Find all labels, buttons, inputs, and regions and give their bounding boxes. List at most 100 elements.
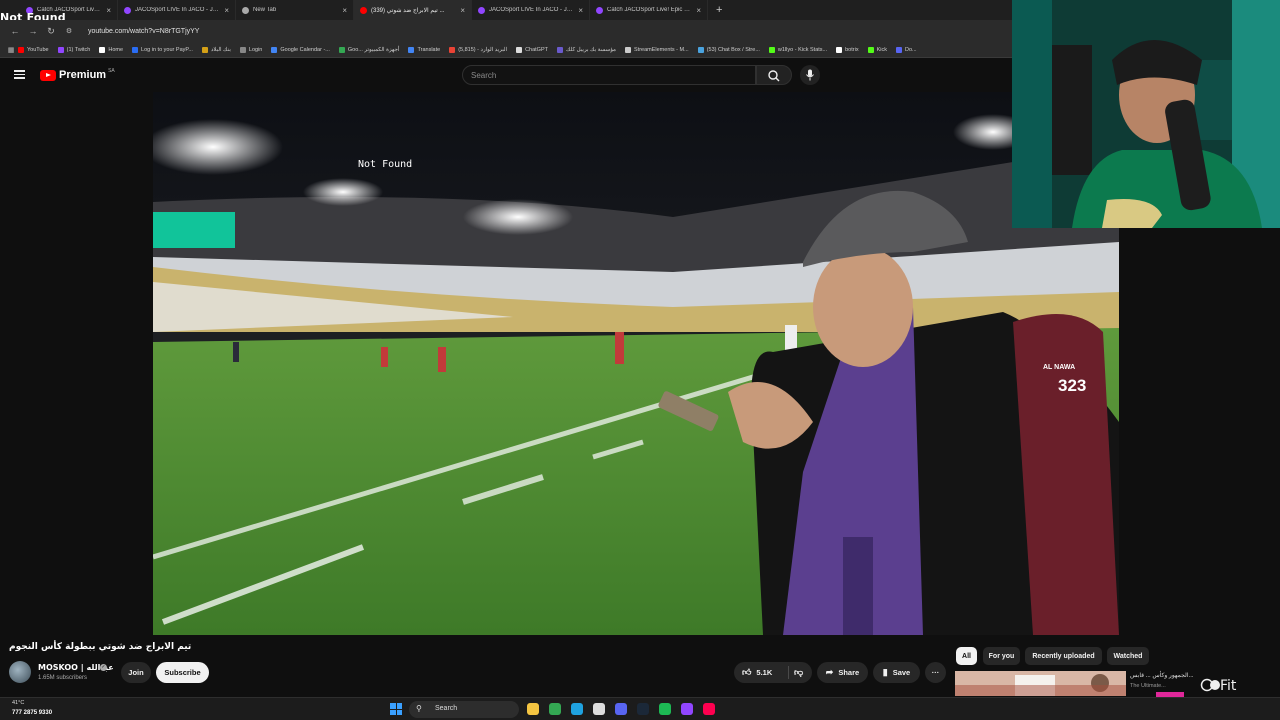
bookmark-item[interactable]: Translate	[408, 46, 440, 53]
bookmark-item[interactable]: Kick	[867, 46, 887, 53]
bookmark-item[interactable]: Log in to your PayP...	[132, 46, 193, 53]
filter-chip[interactable]: Watched	[1107, 647, 1149, 665]
tab-favicon-icon	[596, 6, 603, 14]
like-dislike-group: 👍︎ 5.1K 👎︎	[734, 662, 812, 683]
youtube-logo[interactable]: Premium SA	[40, 68, 115, 81]
bookmark-item[interactable]: YouTube	[18, 46, 49, 53]
apps-icon[interactable]: ▦	[4, 46, 18, 54]
more-actions-button[interactable]: ···	[925, 662, 946, 683]
forward-icon[interactable]: →	[24, 26, 42, 36]
like-count[interactable]: 5.1K	[756, 668, 772, 677]
reload-icon[interactable]: ↻	[42, 26, 60, 37]
like-icon[interactable]: 👍︎	[742, 667, 751, 678]
verified-check-icon: ✓	[100, 664, 107, 671]
tab-title: Catch JACOSport Live! Epic Sp...	[607, 7, 694, 13]
twitch-icon[interactable]	[681, 703, 693, 715]
bookmark-favicon-icon	[271, 46, 278, 53]
tab-close-icon[interactable]: ×	[342, 6, 347, 15]
address-bar: ← → ↻ ⚙ youtube.com/watch?v=N8rTGTjyYY	[0, 20, 1012, 42]
bookmark-label: Log in to your PayP...	[141, 46, 193, 53]
join-button[interactable]: Join	[121, 662, 151, 683]
bookmark-label: StreamElements - M...	[634, 46, 689, 53]
windows-start-icon[interactable]	[390, 703, 402, 715]
channel-avatar[interactable]	[9, 661, 31, 683]
bookmark-item[interactable]: (53) Chat Box / Stre...	[697, 46, 760, 53]
filter-chip[interactable]: Recently uploaded	[1025, 647, 1102, 665]
recommended-video-thumbnail[interactable]	[955, 671, 1126, 696]
bookmark-item[interactable]: Google Calendar -...	[271, 46, 330, 53]
browser-tab[interactable]: New Tab ×	[236, 0, 354, 20]
bookmark-favicon-icon	[557, 46, 563, 53]
tab-close-icon[interactable]: ×	[106, 6, 111, 15]
bookmark-icon: ▮	[882, 667, 888, 677]
bookmark-favicon-icon	[99, 46, 106, 53]
search-button[interactable]	[756, 65, 792, 85]
filter-chip[interactable]: All	[956, 647, 977, 665]
file-explorer-icon[interactable]	[527, 703, 539, 715]
bookmark-item[interactable]: Do...	[895, 46, 917, 53]
share-button[interactable]: ➦ Share	[817, 662, 868, 683]
edge-icon[interactable]	[571, 703, 583, 715]
back-icon[interactable]: ←	[6, 26, 24, 36]
tiktok-icon[interactable]	[703, 703, 715, 715]
bookmark-item[interactable]: (5,815) - البريد الوارد	[449, 46, 508, 53]
youtube-play-icon	[40, 69, 56, 81]
weather-widget[interactable]: 41°C	[12, 700, 24, 706]
recommended-video-title[interactable]: الجمهور وكأس ... قابس...	[1130, 672, 1194, 679]
bookmark-item[interactable]: (1) Twitch	[57, 46, 90, 53]
browser-tab[interactable]: Catch JACOSport Live! Epic Sp...×	[590, 0, 708, 20]
bookmark-item[interactable]: StreamElements - M...	[625, 46, 689, 53]
bookmark-item[interactable]: Login	[239, 46, 262, 53]
url-input[interactable]: youtube.com/watch?v=N8rTGTjyYY	[88, 28, 199, 35]
search-input[interactable]: Search	[462, 65, 756, 85]
windows-taskbar: 41°C 777 2875 9330 Search ⚲	[0, 697, 1280, 720]
browser-tab[interactable]: JACOSport LIVE In JACO - JACO ×	[472, 0, 590, 20]
new-tab-button[interactable]: +	[708, 0, 730, 20]
bookmark-item[interactable]: w1llyo - Kick Stats...	[768, 46, 827, 53]
fit-logo-text: Fit	[1220, 678, 1237, 694]
bookmark-item[interactable]: Home	[99, 46, 123, 53]
spotify-icon[interactable]	[659, 703, 671, 715]
country-code: SA	[108, 68, 115, 74]
bookmark-favicon-icon	[408, 46, 415, 53]
chrome-icon[interactable]	[549, 703, 561, 715]
streamer-webcam	[1012, 0, 1280, 228]
taskbar-search-input[interactable]: Search	[409, 701, 519, 718]
video-player[interactable]: 323 AL NAWA	[153, 92, 1119, 635]
tab-title: JACOSport LIVE In JACO - JACO	[135, 7, 222, 13]
bookmark-item[interactable]: ChatGPT	[516, 46, 548, 53]
subscribe-button[interactable]: Subscribe	[156, 662, 209, 683]
recommended-video-channel: The Ultimate...	[1130, 683, 1166, 689]
tab-favicon-icon	[242, 6, 249, 14]
bookmark-item[interactable]: مؤسسة بك بريبل كلك	[557, 46, 616, 53]
voice-search-button[interactable]	[800, 65, 820, 85]
discord-icon[interactable]	[615, 703, 627, 715]
bookmark-label: بنك البلاد	[210, 46, 231, 53]
bookmark-label: (5,815) - البريد الوارد	[458, 46, 508, 53]
ring-icon	[1200, 678, 1220, 692]
bookmark-label: مؤسسة بك بريبل كلك	[566, 46, 616, 53]
dislike-icon[interactable]: 👎︎	[794, 667, 803, 678]
site-info-icon[interactable]: ⚙	[60, 27, 78, 35]
tab-close-icon[interactable]: ×	[224, 6, 229, 15]
bookmark-label: Do...	[904, 46, 917, 53]
bookmark-item[interactable]: botrix	[836, 46, 859, 53]
save-button[interactable]: ▮ Save	[873, 662, 920, 683]
tab-favicon-icon	[478, 6, 485, 14]
obs-icon[interactable]	[593, 703, 605, 715]
bookmark-favicon-icon	[836, 46, 843, 53]
browser-tab[interactable]: JACOSport LIVE In JACO - JACO ×	[118, 0, 236, 20]
hamburger-menu-icon[interactable]	[14, 70, 25, 79]
tab-close-icon[interactable]: ×	[696, 6, 701, 15]
browser-tab[interactable]: تيم الابراج ضد شوتي (339) ... ×	[354, 0, 472, 20]
filter-chip[interactable]: For you	[983, 647, 1020, 665]
steam-icon[interactable]	[637, 703, 649, 715]
bookmark-label: botrix	[845, 46, 859, 53]
tab-close-icon[interactable]: ×	[578, 6, 583, 15]
bookmark-favicon-icon	[697, 46, 704, 53]
bookmark-favicon-icon	[516, 46, 523, 53]
bookmark-item[interactable]: Goo... أجهزة الكمبيوتر	[338, 46, 399, 53]
bookmark-favicon-icon	[132, 46, 139, 53]
bookmark-item[interactable]: بنك البلاد	[201, 46, 231, 53]
tab-close-icon[interactable]: ×	[460, 6, 465, 15]
